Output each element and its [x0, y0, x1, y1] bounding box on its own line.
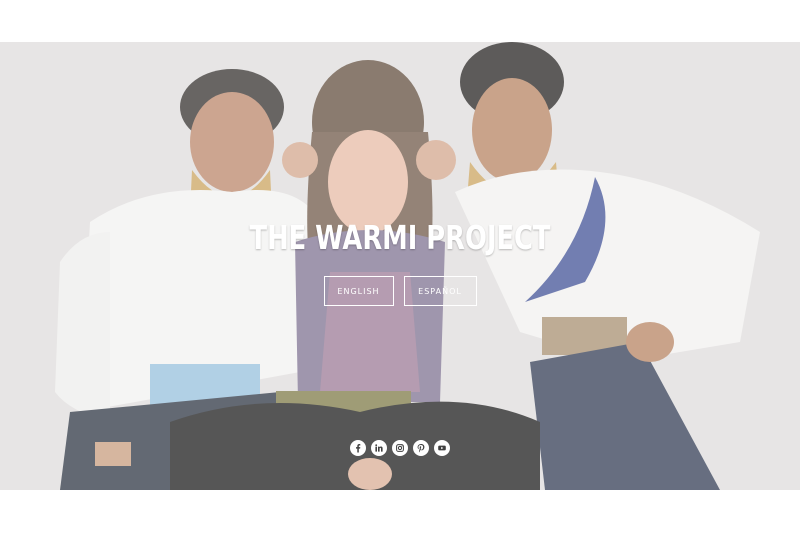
- youtube-icon[interactable]: [434, 440, 450, 456]
- hero-overlay: [0, 42, 800, 490]
- facebook-icon[interactable]: [350, 440, 366, 456]
- page-title: THE WARMI PROJECT: [249, 218, 551, 257]
- linkedin-icon[interactable]: [371, 440, 387, 456]
- spanish-button[interactable]: ESPAÑOL: [403, 276, 477, 306]
- social-links: [0, 440, 800, 456]
- english-button[interactable]: ENGLISH: [323, 276, 394, 306]
- hero-section: THE WARMI PROJECT ENGLISH ESPAÑOL: [0, 42, 800, 490]
- language-selector: ENGLISH ESPAÑOL: [0, 276, 800, 306]
- page: THE WARMI PROJECT ENGLISH ESPAÑOL: [0, 0, 800, 533]
- instagram-icon[interactable]: [392, 440, 408, 456]
- pinterest-icon[interactable]: [413, 440, 429, 456]
